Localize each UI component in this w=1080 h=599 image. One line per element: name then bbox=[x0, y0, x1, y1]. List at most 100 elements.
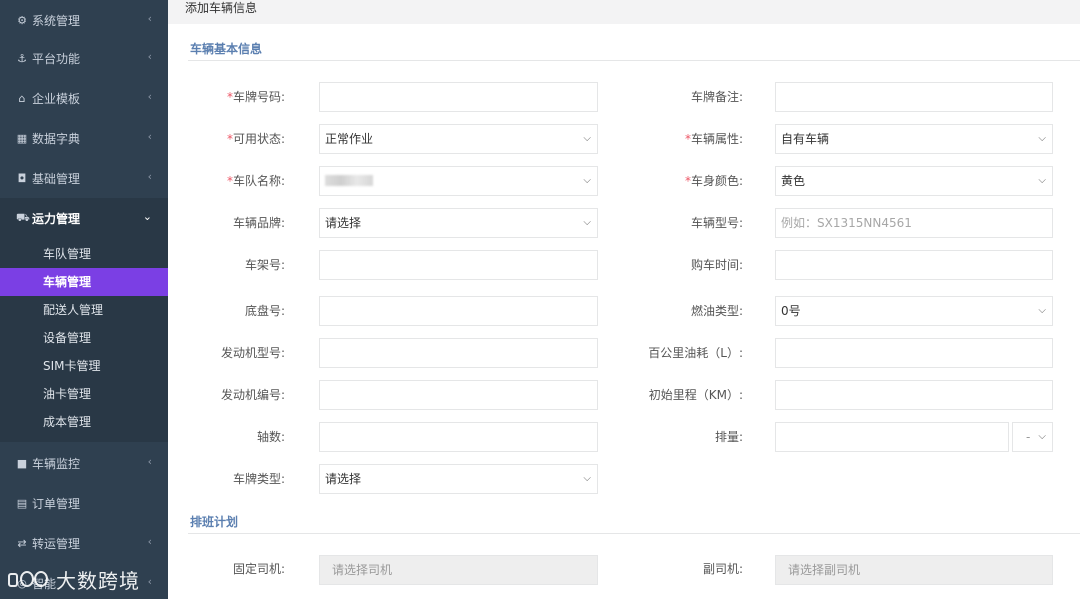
section-title-schedule: 排班计划 bbox=[190, 515, 239, 529]
chevron-left-icon: ‹ bbox=[147, 170, 152, 183]
sidebar-item-label: 企业模板 bbox=[32, 91, 81, 106]
video-icon: ■ bbox=[16, 456, 28, 470]
sidebar-item-label: 车辆监控 bbox=[32, 456, 81, 471]
fuel-type-select[interactable]: 0号 ⌵ bbox=[775, 296, 1053, 326]
sidebar-item-basic[interactable]: ◘ 基础管理 ‹ bbox=[0, 158, 168, 198]
displacement-unit-select[interactable]: - ⌵ bbox=[1012, 422, 1053, 452]
model-input[interactable] bbox=[775, 208, 1053, 238]
label-body-color: *车身颜色: bbox=[684, 174, 743, 188]
label-axles: 轴数: bbox=[256, 430, 285, 444]
sidebar-item-label: 数据字典 bbox=[32, 131, 81, 146]
chevron-left-icon: ‹ bbox=[147, 575, 152, 588]
sidebar-item-transfer[interactable]: ⇄ 转运管理 ‹ bbox=[0, 523, 168, 563]
submenu-item-deliverer[interactable]: 配送人管理 bbox=[0, 296, 168, 324]
label-fuel-consumption: 百公里油耗（L）: bbox=[648, 346, 743, 360]
bank-icon: ⌂ bbox=[18, 91, 26, 105]
sidebar-item-capacity[interactable]: ⛟ 运力管理 ⌄ bbox=[0, 198, 168, 238]
chevron-left-icon: ‹ bbox=[147, 535, 152, 548]
sidebar-item-label: 系统管理 bbox=[32, 13, 81, 28]
fuel-consumption-input[interactable] bbox=[775, 338, 1053, 368]
label-initial-mileage: 初始里程（KM）: bbox=[648, 388, 743, 402]
main-content: 添加车辆信息 车辆基本信息 *车牌号码: 车牌备注: *可用状态: 正常作业 ⌵ … bbox=[168, 0, 1080, 599]
sidebar-item-monitor[interactable]: ■ 车辆监控 ‹ bbox=[0, 443, 168, 483]
chevron-down-icon: ⌵ bbox=[583, 133, 591, 144]
chevron-left-icon: ‹ bbox=[147, 90, 152, 103]
chevron-down-icon: ⌵ bbox=[1038, 431, 1046, 442]
chevron-down-icon: ⌵ bbox=[1038, 305, 1046, 316]
label-chassis-no: 底盘号: bbox=[244, 304, 285, 318]
redacted-value bbox=[325, 175, 373, 186]
sidebar-item-platform[interactable]: ⚓ 平台功能 ‹ bbox=[0, 38, 168, 78]
section-title-basic: 车辆基本信息 bbox=[190, 42, 263, 56]
axles-input[interactable] bbox=[319, 422, 598, 452]
plate-note-input[interactable] bbox=[775, 82, 1053, 112]
chevron-down-icon: ⌄ bbox=[142, 210, 152, 223]
section-divider bbox=[188, 60, 1080, 61]
status-select[interactable]: 正常作业 ⌵ bbox=[319, 124, 598, 154]
chevron-down-icon: ⌵ bbox=[1038, 133, 1046, 144]
chevron-down-icon: ⌵ bbox=[1038, 175, 1046, 186]
sidebar-item-system[interactable]: ⚙ 系统管理 ‹ bbox=[0, 0, 168, 40]
submenu-item-device[interactable]: 设备管理 bbox=[0, 324, 168, 352]
main-driver-input[interactable] bbox=[319, 555, 598, 585]
sidebar-item-dictionary[interactable]: ▦ 数据字典 ‹ bbox=[0, 118, 168, 158]
submenu-item-cost[interactable]: 成本管理 bbox=[0, 408, 168, 436]
sidebar-item-label: 订单管理 bbox=[32, 496, 81, 511]
co-driver-input[interactable] bbox=[775, 555, 1053, 585]
section-divider bbox=[188, 533, 1080, 534]
watermark-logo-icon bbox=[8, 567, 52, 591]
sidebar-item-label: 运力管理 bbox=[32, 211, 81, 226]
plate-no-input[interactable] bbox=[319, 82, 598, 112]
sidebar-item-label: 平台功能 bbox=[32, 51, 81, 66]
label-engine-model: 发动机型号: bbox=[220, 346, 285, 360]
chassis-no-input[interactable] bbox=[319, 296, 598, 326]
sidebar: ⚙ 系统管理 ‹ ⚓ 平台功能 ‹ ⌂ 企业模板 ‹ ▦ 数据字典 ‹ ◘ 基础… bbox=[0, 0, 168, 599]
label-model: 车辆型号: bbox=[690, 216, 743, 230]
chevron-left-icon: ‹ bbox=[147, 12, 152, 25]
data-icon: ◘ bbox=[17, 171, 27, 185]
chevron-left-icon: ‹ bbox=[147, 50, 152, 63]
label-displacement: 排量: bbox=[714, 430, 743, 444]
page-title: 添加车辆信息 bbox=[185, 1, 258, 15]
fleet-select[interactable]: ⌵ bbox=[319, 166, 598, 196]
list-icon: ▤ bbox=[16, 496, 28, 510]
capacity-submenu: 车队管理 车辆管理 配送人管理 设备管理 SIM卡管理 油卡管理 成本管理 bbox=[0, 238, 168, 442]
engine-model-input[interactable] bbox=[319, 338, 598, 368]
chevron-left-icon: ‹ bbox=[147, 455, 152, 468]
exchange-icon: ⇄ bbox=[17, 536, 27, 550]
label-fleet: *车队名称: bbox=[226, 174, 285, 188]
label-main-driver: 固定司机: bbox=[232, 562, 285, 576]
label-attribute: *车辆属性: bbox=[684, 132, 743, 146]
label-purchase-time: 购车时间: bbox=[690, 258, 743, 272]
label-plate-note: 车牌备注: bbox=[690, 90, 743, 104]
submenu-item-vehicle[interactable]: 车辆管理 bbox=[0, 268, 168, 296]
chevron-down-icon: ⌵ bbox=[583, 175, 591, 186]
initial-mileage-input[interactable] bbox=[775, 380, 1053, 410]
label-brand: 车辆品牌: bbox=[232, 216, 285, 230]
submenu-item-sim[interactable]: SIM卡管理 bbox=[0, 352, 168, 380]
sidebar-item-template[interactable]: ⌂ 企业模板 ‹ bbox=[0, 78, 168, 118]
attribute-select[interactable]: 自有车辆 ⌵ bbox=[775, 124, 1053, 154]
label-plate-type: 车牌类型: bbox=[232, 472, 285, 486]
frame-no-input[interactable] bbox=[319, 250, 598, 280]
gear-icon: ⚙ bbox=[17, 13, 27, 27]
sidebar-item-label: 基础管理 bbox=[32, 171, 81, 186]
label-plate-no: *车牌号码: bbox=[226, 90, 285, 104]
brand-select[interactable]: 请选择 ⌵ bbox=[319, 208, 598, 238]
anchor-icon: ⚓ bbox=[17, 51, 27, 65]
submenu-item-fuelcard[interactable]: 油卡管理 bbox=[0, 380, 168, 408]
label-co-driver: 副司机: bbox=[702, 562, 743, 576]
purchase-time-input[interactable] bbox=[775, 250, 1053, 280]
sidebar-item-orders[interactable]: ▤ 订单管理 bbox=[0, 483, 168, 523]
submenu-item-fleet[interactable]: 车队管理 bbox=[0, 240, 168, 268]
label-engine-no: 发动机编号: bbox=[220, 388, 285, 402]
body-color-select[interactable]: 黄色 ⌵ bbox=[775, 166, 1053, 196]
watermark: 大数跨境 bbox=[8, 563, 140, 595]
watermark-text: 大数跨境 bbox=[56, 568, 140, 593]
engine-no-input[interactable] bbox=[319, 380, 598, 410]
plate-type-select[interactable]: 请选择 ⌵ bbox=[319, 464, 598, 494]
displacement-input[interactable] bbox=[775, 422, 1009, 452]
label-fuel-type: 燃油类型: bbox=[690, 304, 743, 318]
label-status: *可用状态: bbox=[226, 132, 285, 146]
label-frame-no: 车架号: bbox=[244, 258, 285, 272]
